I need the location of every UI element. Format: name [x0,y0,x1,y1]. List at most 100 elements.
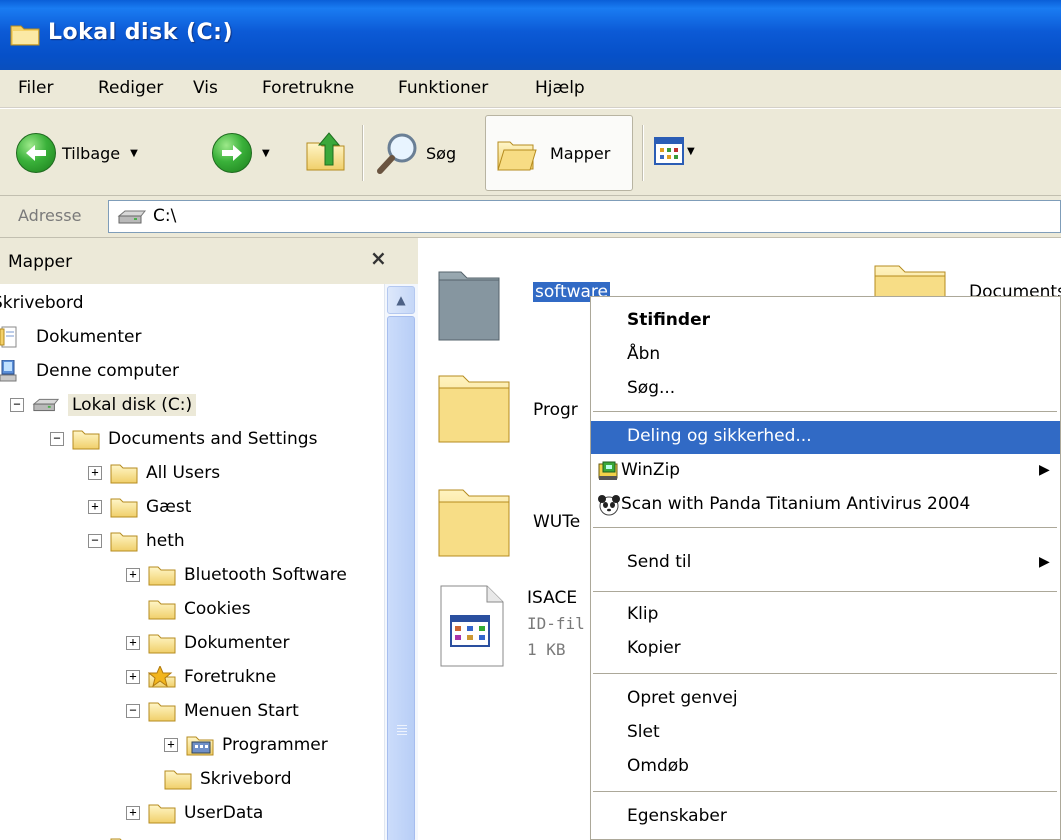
menu-item-delete[interactable]: Slet [591,717,1060,750]
tree-item-documents-and-settings[interactable]: − Documents and Settings [50,422,317,456]
tree-item-label: Dokumenter [184,633,290,653]
documents-icon [0,326,17,348]
views-button[interactable]: ▼ [654,137,695,165]
programs-folder-icon [186,736,214,756]
menu-item-copy[interactable]: Kopier [591,633,1060,666]
close-icon[interactable]: × [370,246,387,270]
search-button[interactable]: Søg [376,131,456,175]
tree-item-favorites[interactable]: + Foretrukne [126,660,276,694]
expand-icon[interactable]: + [88,500,102,514]
menu-item-search[interactable]: Søg... [591,373,1060,406]
menu-item-cut[interactable]: Klip [591,599,1060,632]
tree-item-bluetooth-software[interactable]: + Bluetooth Software [126,558,347,592]
vertical-scrollbar[interactable]: ▲ [384,284,418,840]
search-label: Søg [426,143,457,163]
tree-item-heth[interactable]: − heth [88,524,185,558]
menu-item-label: Kopier [627,638,681,658]
context-menu: Stifinder Åbn Søg... Deling og sikkerhed… [590,296,1061,840]
menu-item-label: Opret genvej [627,688,738,708]
title-bar[interactable]: Lokal disk (C:) [0,0,1061,70]
menu-separator [593,591,1057,592]
tree-item-start-menu[interactable]: − Menuen Start [126,694,299,728]
tree-item-local-disk[interactable]: − Lokal disk (C:) [10,388,197,422]
menu-item-send-to[interactable]: Send til ▶ [591,547,1060,580]
file-item-wute[interactable] [437,484,513,565]
tree-item-label: Skrivebord [0,293,84,313]
forward-arrow-icon [212,133,252,173]
menu-help[interactable]: Hjælp [535,78,585,98]
menu-item-winzip[interactable]: WinZip ▶ [591,455,1060,488]
expand-icon[interactable]: + [164,738,178,752]
collapse-icon[interactable]: − [126,704,140,718]
expand-icon[interactable]: + [126,636,140,650]
menu-bar: Filer Rediger Vis Foretrukne Funktioner … [0,70,1061,108]
menu-edit[interactable]: Rediger [98,78,163,98]
menu-item-label: Send til [627,552,692,572]
menu-separator [593,527,1057,528]
up-folder-icon[interactable] [305,129,347,173]
tree-item-user-documents[interactable]: + Dokumenter [126,626,290,660]
panda-icon [598,495,620,516]
expand-icon[interactable]: + [126,670,140,684]
collapse-icon[interactable]: − [10,398,24,412]
file-label-wute[interactable]: WUTe [533,512,580,532]
menu-favorites[interactable]: Foretrukne [262,78,354,98]
tree-item-desktop[interactable]: Skrivebord [0,286,84,320]
folder-pane-title: Mapper [8,252,73,272]
tree-item-programs[interactable]: + Programmer [164,728,328,762]
expand-icon[interactable]: + [88,466,102,480]
tree-item-userdata[interactable]: + UserData [126,796,263,830]
dropdown-arrow-icon[interactable]: ▼ [130,148,138,159]
tree-item-label: Programmer [222,735,328,755]
tree-item-label: Gæst [146,497,192,517]
expand-icon[interactable]: + [126,806,140,820]
address-input[interactable]: C:\ [108,200,1061,233]
tree-item-label: Documents and Settings [108,429,318,449]
submenu-arrow-icon: ▶ [1039,462,1050,478]
drive-icon [117,210,147,224]
menu-separator [593,673,1057,674]
menu-item-create-shortcut[interactable]: Opret genvej [591,683,1060,716]
folder-icon [110,838,122,840]
tree-item-documents[interactable]: Dokumenter [0,320,142,354]
tree-item-user-desktop[interactable]: Skrivebord [164,762,292,796]
tree-item-my-computer[interactable]: Denne computer [0,354,179,388]
menu-item-label: Scan with Panda Titanium Antivirus 2004 [621,494,971,514]
back-label: Tilbage [62,143,121,163]
menu-item-label: WinZip [621,460,681,480]
back-button[interactable]: Tilbage ▼ [16,133,138,173]
menu-tools[interactable]: Funktioner [398,78,488,98]
menu-item-rename[interactable]: Omdøb [591,751,1060,784]
tree-item-label: Lokal disk (C:) [68,394,197,416]
menu-item-panda-scan[interactable]: Scan with Panda Titanium Antivirus 2004 [591,489,1060,522]
menu-item-explore[interactable]: Stifinder [591,305,1060,338]
menu-item-properties[interactable]: Egenskaber [591,801,1060,834]
tree-item-label: All Users [146,463,221,483]
menu-item-open[interactable]: Åbn [591,339,1060,372]
expand-icon[interactable]: + [126,568,140,582]
file-item-program-files[interactable] [437,370,513,451]
tree-item-guest[interactable]: + Gæst [88,490,191,524]
folders-icon [497,141,537,171]
folder-tree: Skrivebord Dokumenter Denne computer − L… [0,284,384,840]
file-item-isace[interactable] [439,584,505,673]
dropdown-arrow-icon[interactable]: ▼ [687,146,695,157]
file-label-isace[interactable]: ISACE [527,588,577,608]
forward-button[interactable]: ▼ [212,133,270,173]
collapse-icon[interactable]: − [50,432,64,446]
menu-item-label: Slet [627,722,660,742]
dropdown-arrow-icon[interactable]: ▼ [262,148,270,159]
file-label-program-files[interactable]: Progr [533,400,578,420]
menu-view[interactable]: Vis [193,78,218,98]
tree-item-partial[interactable]: + [88,830,146,840]
menu-item-sharing-security[interactable]: Deling og sikkerhed... [591,421,1060,454]
scroll-up-icon[interactable]: ▲ [387,286,415,314]
menu-file[interactable]: Filer [18,78,53,98]
file-item-software[interactable] [437,258,501,349]
tree-item-cookies[interactable]: Cookies [148,592,251,626]
scroll-thumb[interactable] [387,316,415,840]
tree-item-all-users[interactable]: + All Users [88,456,220,490]
folders-button[interactable]: Mapper [485,115,633,191]
back-arrow-icon [16,133,56,173]
collapse-icon[interactable]: − [88,534,102,548]
